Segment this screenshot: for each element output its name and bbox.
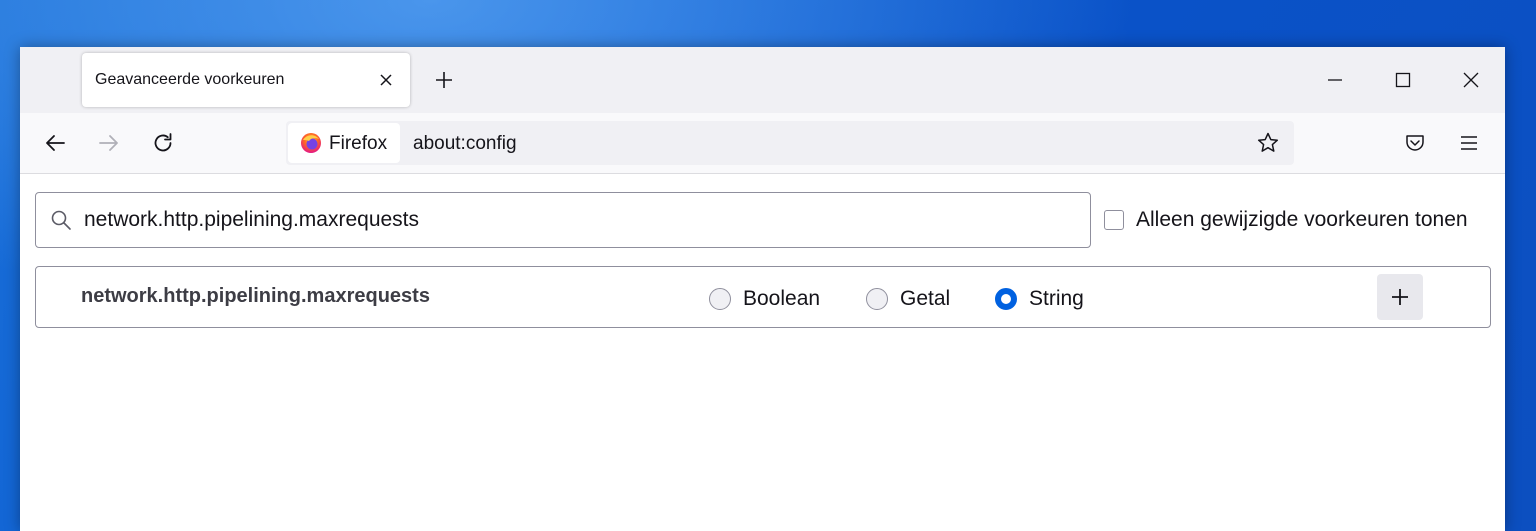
window-close-button[interactable]	[1457, 66, 1485, 94]
new-tab-button[interactable]	[430, 66, 458, 94]
radio-string[interactable]	[995, 288, 1017, 310]
minimize-button[interactable]	[1321, 66, 1349, 94]
radio-boolean[interactable]	[709, 288, 731, 310]
tab-strip: Geavanceerde voorkeuren	[20, 47, 1505, 113]
reload-icon	[154, 133, 172, 152]
search-icon	[51, 210, 71, 230]
new-pref-row: network.http.pipelining.maxrequests Bool…	[35, 266, 1491, 328]
close-icon	[380, 74, 392, 86]
star-icon	[1257, 132, 1279, 152]
radio-label-string: String	[1029, 287, 1084, 310]
radio-label-getal: Getal	[900, 287, 951, 310]
pocket-icon	[1406, 135, 1424, 151]
plus-icon	[436, 72, 452, 88]
only-modified-checkbox[interactable]	[1104, 210, 1124, 230]
search-input[interactable]	[84, 205, 1074, 235]
back-button[interactable]	[40, 128, 70, 158]
radio-label-boolean: Boolean	[743, 287, 821, 310]
forward-button[interactable]	[94, 128, 124, 158]
arrow-left-icon	[46, 135, 65, 151]
identity-label: Firefox	[329, 133, 388, 154]
close-icon	[1463, 72, 1479, 88]
maximize-icon	[1395, 72, 1411, 88]
firefox-logo-icon	[301, 133, 321, 153]
arrow-right-icon	[99, 135, 118, 151]
plus-icon	[1392, 289, 1408, 305]
tab-advanced-preferences[interactable]: Geavanceerde voorkeuren	[82, 53, 410, 107]
tab-close-button[interactable]	[374, 68, 398, 92]
pocket-button[interactable]	[1400, 128, 1430, 158]
maximize-button[interactable]	[1389, 66, 1417, 94]
navigation-toolbar: Firefox about:config	[20, 113, 1505, 174]
pref-search-box	[35, 192, 1091, 248]
url-text[interactable]: about:config	[413, 133, 517, 155]
url-bar[interactable]: Firefox about:config	[286, 121, 1294, 165]
pref-name: network.http.pipelining.maxrequests	[81, 285, 430, 307]
minimize-icon	[1328, 79, 1342, 81]
app-menu-button[interactable]	[1454, 128, 1484, 158]
add-pref-button[interactable]	[1377, 274, 1423, 320]
bookmark-star-button[interactable]	[1255, 130, 1281, 156]
reload-button[interactable]	[148, 128, 178, 158]
tab-title: Geavanceerde voorkeuren	[95, 71, 285, 88]
radio-getal[interactable]	[866, 288, 888, 310]
identity-box[interactable]: Firefox	[288, 123, 400, 163]
hamburger-menu-icon	[1461, 136, 1477, 150]
browser-window: Geavanceerde voorkeuren Firefox about:co…	[20, 47, 1505, 531]
only-modified-label: Alleen gewijzigde voorkeuren tonen	[1136, 208, 1468, 231]
